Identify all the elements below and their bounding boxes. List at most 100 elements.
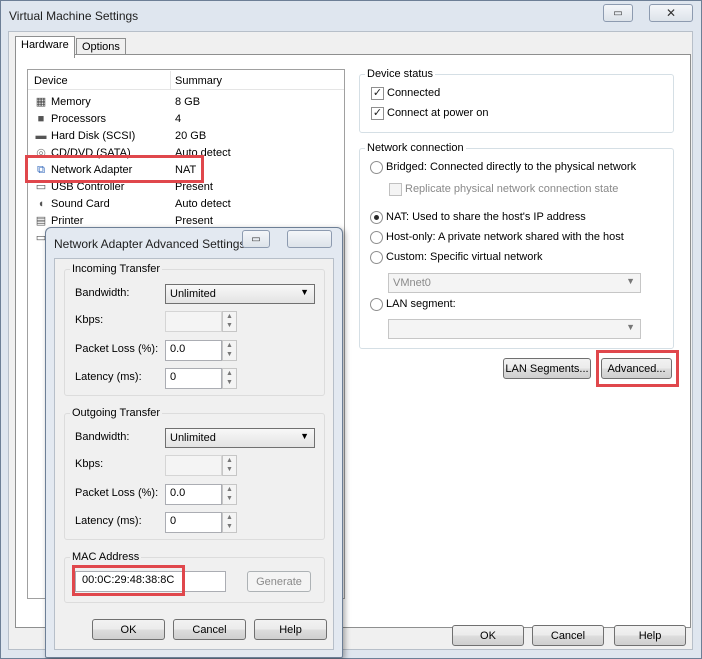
connected-label: Connected <box>387 87 441 99</box>
device-summary: Auto detect <box>175 198 231 210</box>
dialog-help-button[interactable]: Help <box>254 619 327 640</box>
outgoing-latency-spinner[interactable]: ▲ ▼ <box>222 512 237 533</box>
help-button[interactable]: Help <box>614 625 686 646</box>
incoming-packet-loss-label: Packet Loss (%): <box>75 343 159 355</box>
outgoing-kbps-spinner[interactable]: ▲ ▼ <box>222 455 237 476</box>
host-only-label: Host-only: A private network shared with… <box>386 231 624 243</box>
replicate-checkbox[interactable] <box>389 183 402 196</box>
network-connection-title: Network connection <box>365 142 466 154</box>
device-summary: 4 <box>175 113 182 125</box>
bridged-label: Bridged: Connected directly to the physi… <box>386 161 637 173</box>
device-summary: 20 GB <box>175 130 207 142</box>
incoming-bandwidth-label: Bandwidth: <box>75 287 130 299</box>
window-title: Virtual Machine Settings <box>9 9 139 23</box>
tab-hardware[interactable]: Hardware <box>15 36 75 58</box>
device-column-header[interactable]: Device <box>34 75 68 87</box>
incoming-transfer-title: Incoming Transfer <box>70 263 163 275</box>
incoming-transfer-group: Incoming Transfer Bandwidth: Unlimited ▼… <box>64 263 325 396</box>
outgoing-transfer-title: Outgoing Transfer <box>70 407 163 419</box>
incoming-latency-label: Latency (ms): <box>75 371 142 383</box>
close-button[interactable]: ✕ <box>649 4 693 22</box>
processor-icon: ■ <box>37 113 45 125</box>
restore-button[interactable]: ▭ <box>603 4 633 22</box>
dialog-title: Network Adapter Advanced Settings <box>54 237 246 251</box>
dialog-cancel-button[interactable]: Cancel <box>173 619 246 640</box>
hard-disk-icon: ▬ <box>35 130 47 142</box>
lan-segment-label: LAN segment: <box>386 298 456 310</box>
column-separator <box>170 71 171 89</box>
dialog-restore-button[interactable]: ▭ <box>242 230 270 248</box>
advanced-settings-dialog: Network Adapter Advanced Settings ▭ Inco… <box>45 227 343 658</box>
sound-card-icon: ◖ <box>37 198 45 210</box>
bridged-radio[interactable] <box>370 161 383 174</box>
connect-at-power-on-label: Connect at power on <box>387 107 489 119</box>
chevron-down-icon: ▼ <box>626 322 635 332</box>
close-icon: ✕ <box>665 6 677 20</box>
lan-segment-select[interactable]: ▼ <box>388 319 641 339</box>
device-summary: Present <box>175 215 213 227</box>
incoming-latency-spinner[interactable]: ▲ ▼ <box>222 368 237 389</box>
lan-segments-button[interactable]: LAN Segments... <box>503 358 591 379</box>
incoming-kbps-spinner[interactable]: ▲ ▼ <box>222 311 237 332</box>
restore-icon: ▭ <box>613 7 623 19</box>
incoming-kbps-label: Kbps: <box>75 314 104 326</box>
custom-radio[interactable] <box>370 251 383 264</box>
replicate-label: Replicate physical network connection st… <box>405 183 619 195</box>
advanced-button-highlight <box>596 350 679 387</box>
incoming-latency-input[interactable]: 0 <box>165 368 222 389</box>
nat-radio[interactable] <box>370 211 383 224</box>
ok-button[interactable]: OK <box>452 625 524 646</box>
device-status-title: Device status <box>365 68 436 80</box>
incoming-packet-loss-input[interactable]: 0.0 <box>165 340 222 361</box>
device-name: Hard Disk (SCSI) <box>51 130 136 142</box>
chevron-down-icon: ▼ <box>300 431 309 441</box>
chevron-down-icon: ▼ <box>300 287 309 297</box>
mac-address-title: MAC Address <box>70 551 142 563</box>
host-only-radio[interactable] <box>370 231 383 244</box>
device-summary: 8 GB <box>175 96 201 108</box>
connect-at-power-on-checkbox[interactable]: ✓ <box>371 107 384 120</box>
incoming-bandwidth-select[interactable]: Unlimited ▼ <box>165 284 315 304</box>
outgoing-bandwidth-value: Unlimited <box>170 432 216 444</box>
custom-network-select[interactable]: VMnet0 ▼ <box>388 273 641 293</box>
mac-address-highlight <box>72 565 185 596</box>
printer-icon: ▤ <box>35 215 47 227</box>
outgoing-latency-input[interactable]: 0 <box>165 512 222 533</box>
outgoing-packet-loss-input[interactable]: 0.0 <box>165 484 222 505</box>
outgoing-bandwidth-label: Bandwidth: <box>75 431 130 443</box>
custom-label: Custom: Specific virtual network <box>386 251 543 263</box>
dialog-close-button[interactable] <box>287 230 332 248</box>
device-row-memory[interactable]: ▦ Memory 8 GB <box>32 94 332 111</box>
outgoing-bandwidth-select[interactable]: Unlimited ▼ <box>165 428 315 448</box>
memory-icon: ▦ <box>35 96 47 108</box>
cancel-button[interactable]: Cancel <box>532 625 604 646</box>
outgoing-transfer-group: Outgoing Transfer Bandwidth: Unlimited ▼… <box>64 407 325 540</box>
incoming-bandwidth-value: Unlimited <box>170 288 216 300</box>
chevron-down-icon: ▼ <box>626 276 635 286</box>
device-row-sound-card[interactable]: ◖ Sound Card Auto detect <box>32 196 332 213</box>
device-name: Processors <box>51 113 107 125</box>
incoming-packet-loss-spinner[interactable]: ▲ ▼ <box>222 340 237 361</box>
outgoing-latency-label: Latency (ms): <box>75 515 142 527</box>
outgoing-packet-loss-spinner[interactable]: ▲ ▼ <box>222 484 237 505</box>
outgoing-packet-loss-label: Packet Loss (%): <box>75 487 159 499</box>
connected-checkbox[interactable]: ✓ <box>371 87 384 100</box>
device-name: Sound Card <box>51 198 110 210</box>
outgoing-kbps-input[interactable] <box>165 455 222 476</box>
restore-icon: ▭ <box>251 233 261 245</box>
device-name: Memory <box>51 96 91 108</box>
device-list-header: Device Summary <box>28 70 344 90</box>
outgoing-kbps-label: Kbps: <box>75 458 104 470</box>
device-row-processors[interactable]: ■ Processors 4 <box>32 111 332 128</box>
device-status-group: Device status <box>359 68 674 133</box>
lan-segment-radio[interactable] <box>370 298 383 311</box>
device-name: Printer <box>51 215 84 227</box>
custom-network-value: VMnet0 <box>393 277 431 289</box>
network-adapter-highlight <box>25 155 204 183</box>
nat-label: NAT: Used to share the host's IP address <box>386 211 586 223</box>
generate-button[interactable]: Generate <box>247 571 311 592</box>
dialog-ok-button[interactable]: OK <box>92 619 165 640</box>
incoming-kbps-input[interactable] <box>165 311 222 332</box>
summary-column-header[interactable]: Summary <box>175 75 222 87</box>
device-row-hard-disk[interactable]: ▬ Hard Disk (SCSI) 20 GB <box>32 128 332 145</box>
